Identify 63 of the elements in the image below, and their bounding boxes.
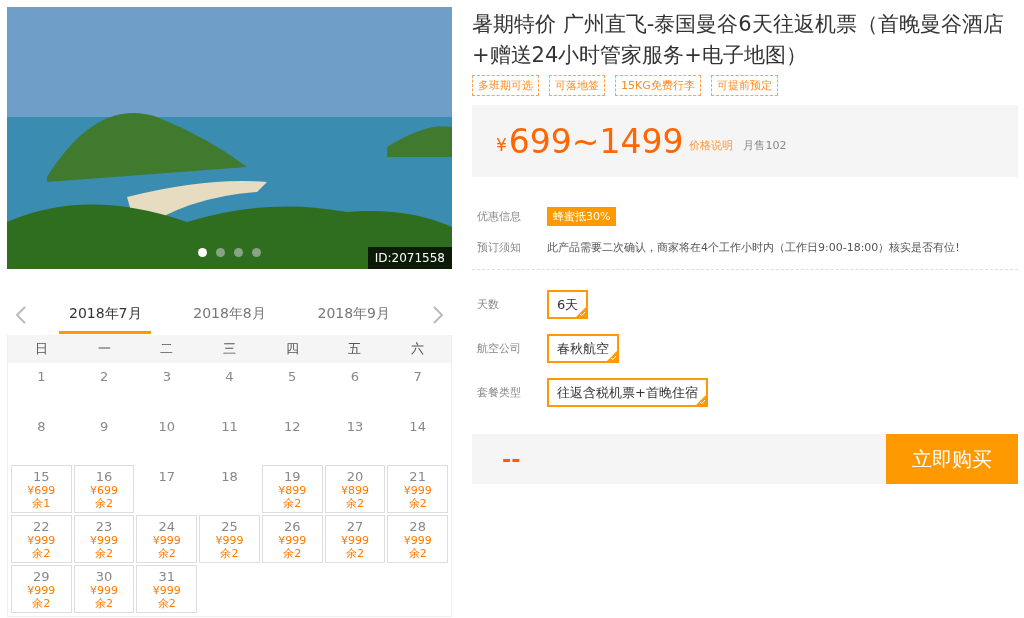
carousel-dot[interactable] bbox=[216, 248, 225, 257]
date-number: 18 bbox=[221, 469, 238, 484]
feature-tag: 可落地签 bbox=[549, 75, 605, 96]
option-choice[interactable]: 春秋航空 bbox=[547, 334, 619, 363]
promo-badge: 蜂蜜抵30% bbox=[547, 207, 617, 226]
carousel-dot[interactable] bbox=[234, 248, 243, 257]
date-cell[interactable]: 25 ¥999 余2 bbox=[199, 515, 260, 563]
date-cell[interactable]: 15 ¥699 余1 bbox=[11, 465, 72, 513]
product-title: 暑期特价 广州直飞-泰国曼谷6天往返机票（首晚曼谷酒店+赠送24小时管家服务+电子地图） bbox=[472, 11, 1005, 69]
date-number: 6 bbox=[350, 369, 360, 384]
date-cell[interactable]: 21 ¥999 余2 bbox=[387, 465, 448, 513]
buy-now-button[interactable]: 立即购买 bbox=[886, 434, 1018, 484]
date-cell[interactable]: 16 ¥699 余2 bbox=[73, 465, 135, 513]
chevron-left-icon[interactable] bbox=[15, 305, 27, 325]
carousel-dot[interactable] bbox=[252, 248, 261, 257]
date-number: 9 bbox=[99, 419, 109, 434]
check-corner-icon bbox=[576, 307, 587, 317]
currency-symbol: ¥ bbox=[496, 135, 507, 155]
date-cell[interactable]: 22 ¥999 余2 bbox=[11, 515, 72, 563]
info-label: 预订须知 bbox=[477, 240, 522, 255]
date-number: 3 bbox=[162, 369, 171, 384]
id-badge: ID:2071558 bbox=[367, 247, 452, 269]
option-label: 天数 bbox=[477, 297, 500, 312]
carousel-dot[interactable] bbox=[198, 248, 207, 257]
date-number: 14 bbox=[409, 419, 426, 434]
date-number: 17 bbox=[158, 469, 176, 484]
option-label: 航空公司 bbox=[477, 341, 522, 356]
notice-text: 此产品需要二次确认，商家将在4个工作小时内（工作日9:00-18:00）核实是否有位! bbox=[547, 240, 960, 255]
date-number: 10 bbox=[158, 419, 176, 434]
date-number: 2 bbox=[99, 369, 109, 384]
date-cell[interactable]: 28 ¥999 余2 bbox=[387, 515, 448, 563]
chevron-right-icon[interactable] bbox=[432, 305, 444, 325]
check-corner-icon bbox=[607, 351, 617, 361]
month-tab[interactable]: 2018年9月 bbox=[307, 296, 400, 334]
total-price: -- bbox=[502, 446, 521, 472]
option-label: 套餐类型 bbox=[477, 385, 522, 400]
date-cell[interactable]: 31 ¥999 余2 bbox=[136, 565, 198, 613]
date-cell[interactable]: 27 ¥999 余2 bbox=[324, 515, 386, 563]
date-number: 11 bbox=[221, 419, 238, 434]
date-cell[interactable]: 30 ¥999 余2 bbox=[73, 565, 135, 613]
date-cell[interactable]: 23 ¥999 余2 bbox=[73, 515, 135, 563]
feature-tag: 15KG免费行李 bbox=[615, 75, 701, 96]
date-cell[interactable]: 26 ¥999 余2 bbox=[261, 515, 323, 563]
date-number: 12 bbox=[283, 419, 301, 434]
monthly-sales: 月售102 bbox=[743, 137, 787, 153]
date-cell[interactable]: 24 ¥999 余2 bbox=[136, 515, 198, 563]
date-cell[interactable]: 20 ¥899 余2 bbox=[324, 465, 386, 513]
option-choice[interactable]: 6天 bbox=[547, 290, 589, 319]
date-number: 8 bbox=[37, 419, 46, 434]
feature-tag: 多班期可选 bbox=[472, 75, 539, 96]
date-number: 1 bbox=[37, 369, 46, 384]
month-tab[interactable]: 2018年8月 bbox=[183, 296, 276, 334]
date-number: 13 bbox=[346, 419, 364, 434]
feature-tag: 可提前预定 bbox=[710, 75, 778, 96]
price-range: 699~1499 bbox=[508, 121, 684, 161]
date-cell[interactable]: 29 ¥999 余2 bbox=[11, 565, 72, 613]
date-number: 4 bbox=[225, 369, 234, 384]
date-cell[interactable]: 19 ¥899 余2 bbox=[261, 465, 323, 513]
info-label: 优惠信息 bbox=[477, 209, 522, 224]
price-note-link[interactable]: 价格说明 bbox=[689, 137, 734, 153]
date-number: 7 bbox=[413, 369, 422, 384]
date-number: 5 bbox=[288, 369, 297, 384]
option-choice[interactable]: 往返含税机票+首晚住宿 bbox=[547, 378, 708, 407]
